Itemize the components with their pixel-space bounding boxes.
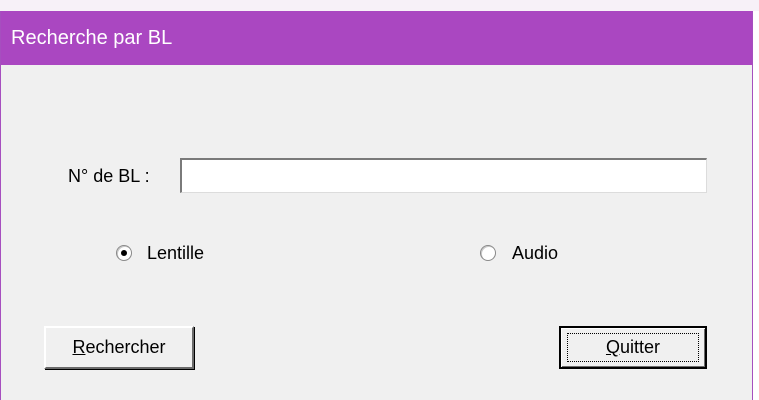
bl-number-label: N° de BL : xyxy=(68,166,150,186)
screen: Recherche par BL N° de BL : Lentille Aud… xyxy=(0,0,759,400)
quitter-mnemonic: Q xyxy=(605,337,620,357)
quitter-button[interactable]: Quitter xyxy=(559,326,707,369)
dialog-client-area: N° de BL : Lentille Audio Rechercher Qui… xyxy=(1,65,752,400)
quitter-button-label: Quitter xyxy=(561,336,705,358)
audio-label[interactable]: Audio xyxy=(512,242,558,264)
quitter-label-rest: uitter xyxy=(619,337,661,357)
window-title: Recherche par BL xyxy=(11,27,173,49)
bl-number-input[interactable] xyxy=(180,158,707,193)
lentille-label[interactable]: Lentille xyxy=(147,242,204,264)
audio-radio[interactable] xyxy=(480,245,496,261)
rechercher-mnemonic: R xyxy=(72,337,86,357)
rechercher-button-label: Rechercher xyxy=(46,336,192,358)
title-bar[interactable]: Recherche par BL xyxy=(1,11,752,65)
rechercher-label-rest: echercher xyxy=(85,337,166,357)
lentille-radio[interactable] xyxy=(116,245,132,261)
rechercher-button[interactable]: Rechercher xyxy=(44,326,194,369)
background-strip xyxy=(0,0,759,11)
radio-selected-dot xyxy=(121,250,127,256)
search-dialog: Recherche par BL N° de BL : Lentille Aud… xyxy=(0,11,753,400)
